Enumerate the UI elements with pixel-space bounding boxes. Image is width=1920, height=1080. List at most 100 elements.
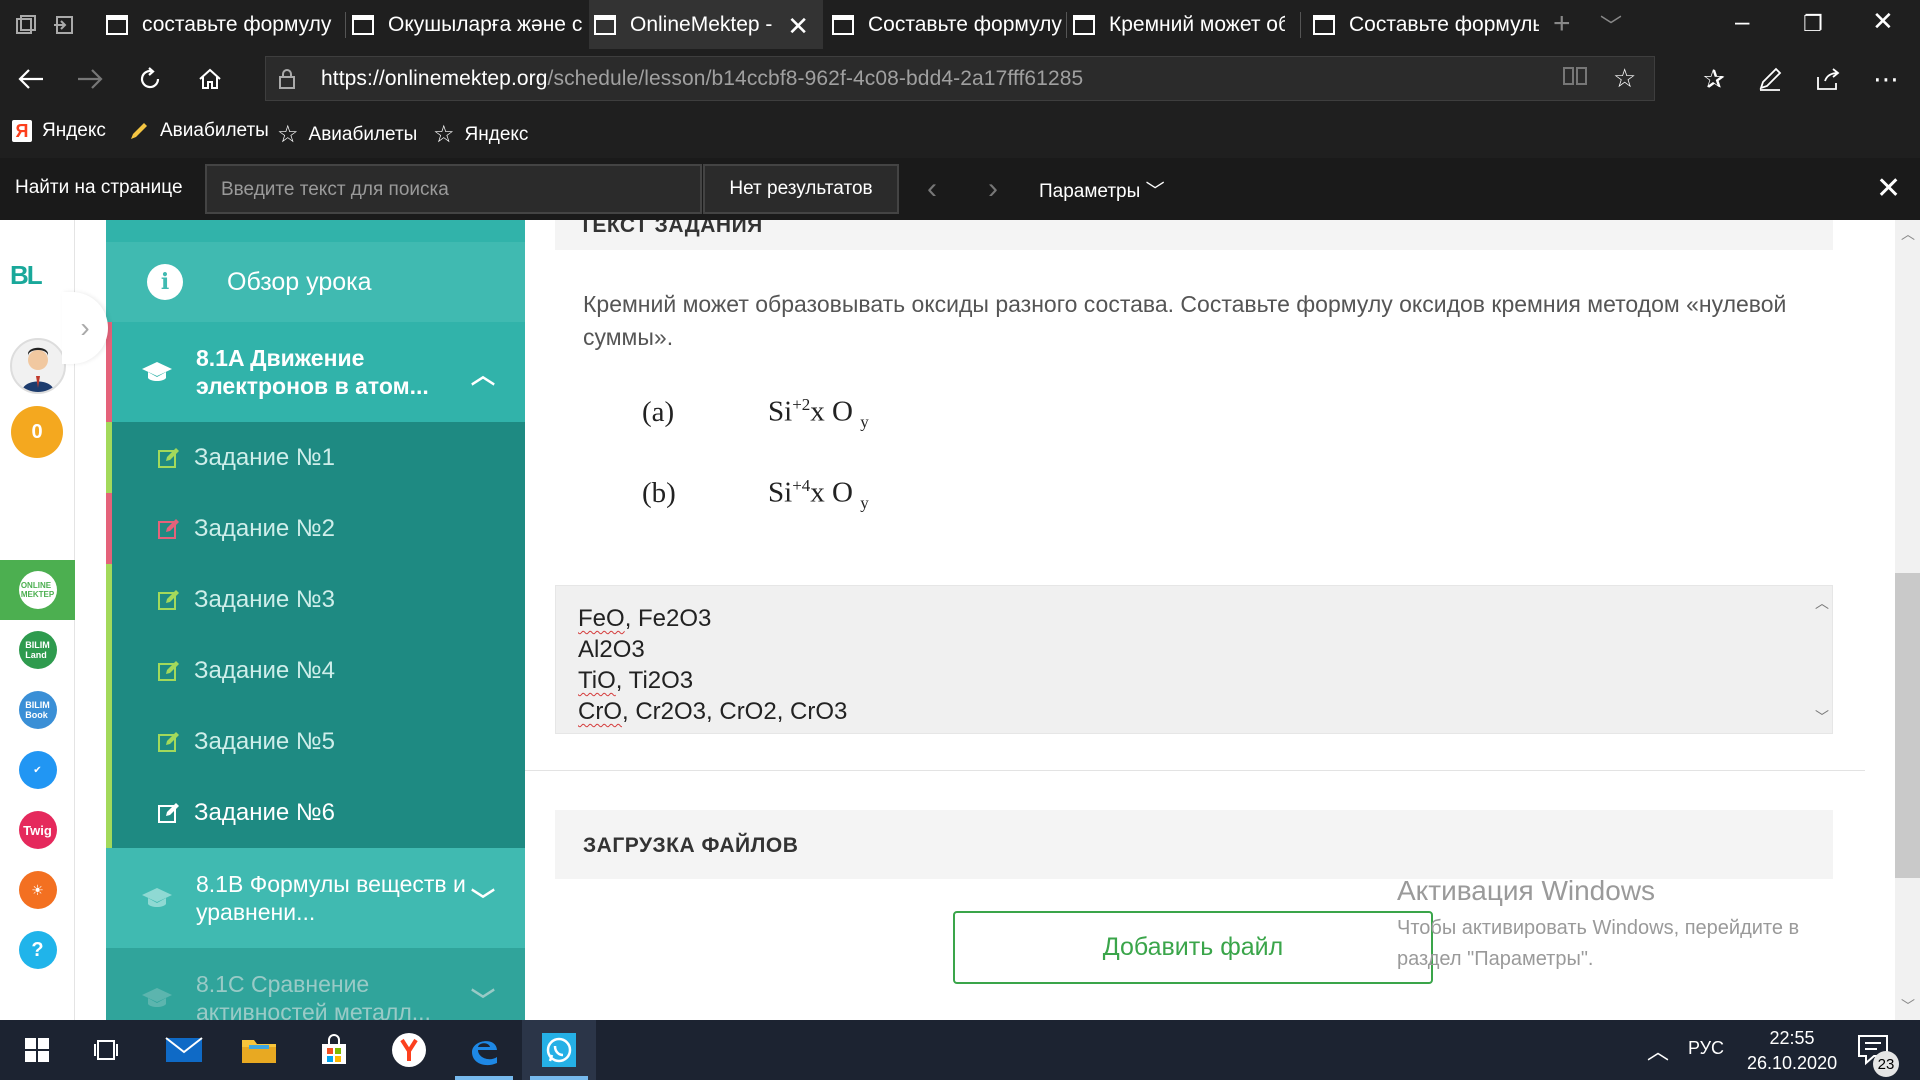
avatar[interactable] — [10, 338, 66, 394]
taskbar-yandex-browser[interactable] — [372, 1020, 446, 1080]
set-tabs-aside-icon[interactable] — [50, 11, 78, 39]
url-path: /schedule/lesson/b14ccbf8-962f-4c08-bdd4… — [547, 67, 1084, 90]
rail-app-twig[interactable]: Twig — [0, 800, 75, 860]
favorites-hub-icon[interactable]: ✰ — [1696, 61, 1732, 97]
task-view-button[interactable] — [70, 1020, 144, 1080]
tab-list-chevron-icon[interactable]: ﹀ — [1600, 9, 1622, 41]
overview-label: Обзор урока — [227, 267, 372, 296]
chevron-down-icon: ﹀ — [1145, 181, 1165, 202]
scrollbar-thumb[interactable] — [1895, 573, 1920, 878]
page-icon — [594, 14, 616, 35]
find-result-button[interactable]: Нет результатов — [703, 164, 899, 214]
rail-app-itest[interactable]: ✔ — [0, 740, 75, 800]
taskbar-file-explorer[interactable] — [222, 1020, 296, 1080]
task-item-5[interactable]: Задание №5 — [106, 706, 525, 777]
task-item-1[interactable]: Задание №1 — [106, 422, 525, 493]
rail-app-bilimland[interactable]: BILIM Land — [0, 620, 75, 680]
back-icon[interactable] — [13, 61, 49, 97]
page-icon — [1073, 14, 1095, 35]
edit-icon — [158, 802, 179, 823]
find-previous-icon[interactable]: ‹ — [927, 172, 937, 206]
rail-app-imektep[interactable]: ☀ — [0, 860, 75, 920]
tab-4[interactable]: Составьте формулу — [832, 0, 1064, 49]
find-close-icon[interactable]: ✕ — [1876, 171, 1901, 206]
tray-expand-chevron-icon[interactable]: ︿ — [1647, 1034, 1669, 1066]
address-bar[interactable]: https://onlinemektep.org/schedule/lesson… — [265, 56, 1655, 101]
rail-app-onlinemektep[interactable]: ONLINE MEKTEP — [0, 560, 75, 620]
refresh-icon[interactable] — [132, 61, 168, 97]
graduation-cap-icon — [140, 360, 174, 384]
more-menu-icon[interactable]: ⋯ — [1868, 61, 1904, 97]
answer-textarea[interactable]: FeO, Fe2O3 Al2O3 TiO, Ti2O3 CrO, Cr2O3, … — [555, 585, 1833, 734]
coin-counter[interactable]: 0 — [11, 406, 63, 458]
star-icon: ☆ — [277, 121, 299, 148]
page-scrollbar[interactable]: ︿ ﹀ — [1895, 220, 1920, 1020]
find-options-button[interactable]: Параметры ﹀ — [1039, 176, 1165, 203]
rail-expand-chevron-icon[interactable]: › — [62, 292, 108, 364]
task-item-2[interactable]: Задание №2 — [106, 493, 525, 564]
tab-1[interactable]: составьте формулу — [106, 0, 336, 49]
chevron-up-icon[interactable]: ︿ — [471, 355, 495, 390]
tab-5[interactable]: Кремний может обр — [1073, 0, 1285, 49]
tabs-aside-icon[interactable] — [12, 11, 40, 39]
new-tab-icon[interactable]: + — [1553, 7, 1571, 41]
reading-view-icon[interactable] — [1562, 63, 1588, 94]
answer-line: FeO, Fe2O3 — [578, 603, 1810, 634]
favorite-aviabilety-2[interactable]: ☆ Авиабилеты — [277, 120, 417, 149]
start-button[interactable] — [0, 1020, 74, 1080]
web-note-pen-icon[interactable] — [1752, 61, 1788, 97]
favorite-star-icon[interactable]: ☆ — [1613, 63, 1636, 94]
taskbar-mail[interactable] — [147, 1020, 221, 1080]
sidebar-item-overview[interactable]: i Обзор урока — [106, 242, 525, 322]
add-file-button[interactable]: Добавить файл — [953, 911, 1433, 984]
forward-icon[interactable] — [72, 61, 108, 97]
edit-icon — [158, 589, 179, 610]
favorite-yandex-2[interactable]: ☆ Яндекс — [433, 120, 528, 149]
find-search-input[interactable]: Введите текст для поиска — [205, 164, 702, 214]
task-item-3[interactable]: Задание №3 — [106, 564, 525, 635]
restore-icon[interactable]: ❐ — [1803, 11, 1823, 37]
taskbar-store[interactable] — [297, 1020, 371, 1080]
task-item-6-current[interactable]: Задание №6 — [106, 777, 525, 848]
input-language[interactable]: РУС — [1688, 1038, 1724, 1059]
task-item-4[interactable]: Задание №4 — [106, 635, 525, 706]
formula-a: (a) Si+2x O y — [642, 395, 869, 432]
taskbar-whatsapp[interactable] — [522, 1020, 596, 1080]
graduation-cap-icon — [140, 886, 174, 910]
favorite-yandex-1[interactable]: Я Яндекс — [12, 120, 106, 142]
scroll-up-icon[interactable]: ︿ — [1815, 588, 1829, 619]
scroll-down-icon[interactable]: ﹀ — [1901, 996, 1915, 1016]
imektep-icon: ☀ — [18, 871, 57, 909]
formula-x: x O — [810, 395, 853, 428]
close-window-icon[interactable]: ✕ — [1872, 6, 1894, 37]
taskbar-edge[interactable] — [447, 1020, 521, 1080]
rail-app-bilimbook[interactable]: BILIM Book — [0, 680, 75, 740]
minimize-icon[interactable]: – — [1735, 6, 1749, 37]
close-tab-icon[interactable]: ✕ — [787, 11, 809, 42]
share-icon[interactable] — [1810, 61, 1846, 97]
tab-6[interactable]: Составьте формулы — [1313, 0, 1539, 49]
chevron-down-icon[interactable]: ﹀ — [471, 981, 495, 1016]
section-8-1a[interactable]: 8.1A Движение электронов в атом... ︿ — [106, 322, 525, 422]
scroll-down-icon[interactable]: ﹀ — [1815, 702, 1829, 733]
answer-text: TiO — [578, 667, 616, 694]
tab-label: OnlineMektep - — [630, 12, 773, 36]
answer-scrollbar[interactable]: ︿ ﹀ — [1812, 586, 1832, 735]
rail-app-help[interactable]: ? — [0, 920, 75, 980]
home-icon[interactable] — [192, 61, 228, 97]
favorite-label: Авиабилеты — [308, 123, 418, 145]
section-8-1c[interactable]: 8.1C Сравнение активностей металл... ﹀ — [106, 948, 525, 1020]
bl-logo[interactable]: BL — [10, 260, 43, 291]
chevron-down-icon[interactable]: ﹀ — [471, 881, 495, 916]
section-8-1b[interactable]: 8.1B Формулы веществ и уравнени... ﹀ — [106, 848, 525, 948]
twig-icon: Twig — [18, 811, 57, 849]
scroll-up-icon[interactable]: ︿ — [1901, 224, 1915, 244]
watermark-text: Чтобы активировать Windows, перейдите в … — [1397, 917, 1800, 970]
section-title: 8.1B Формулы веществ и уравнени... — [196, 871, 466, 925]
tab-3-active[interactable]: OnlineMektep - ✕ — [589, 0, 823, 49]
taskbar-clock[interactable]: 22:55 26.10.2020 — [1747, 1026, 1837, 1076]
tab-2[interactable]: Окушыларға және с — [352, 0, 584, 49]
find-on-page-bar: Найти на странице Введите текст для поис… — [0, 158, 1920, 220]
find-next-icon[interactable]: › — [988, 172, 998, 206]
favorite-aviabilety-1[interactable]: Авиабилеты — [128, 120, 269, 142]
